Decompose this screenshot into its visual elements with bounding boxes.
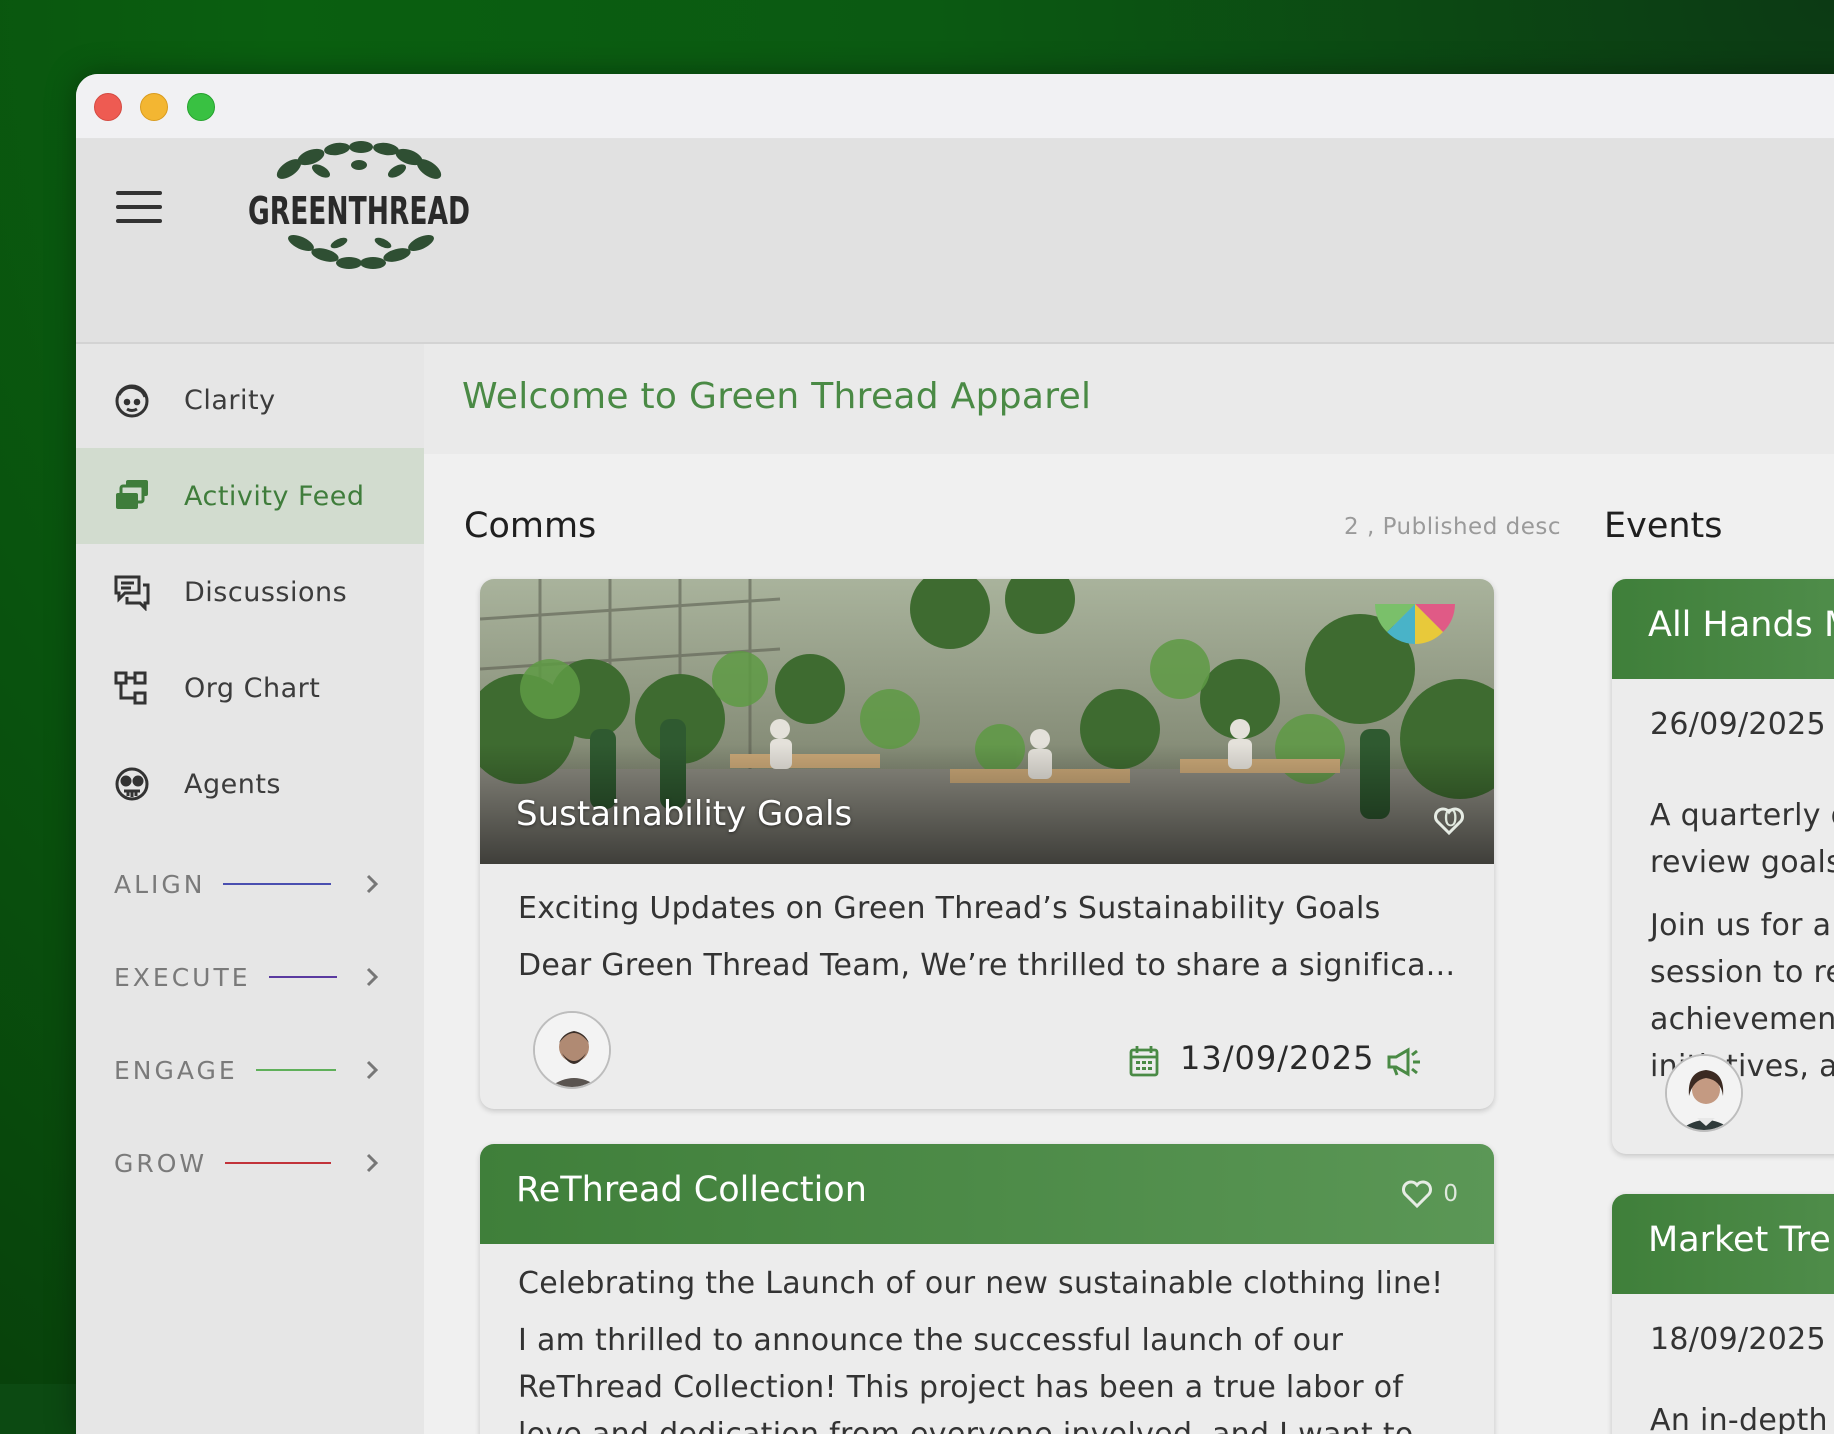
card-header: Market Trends Analysis: [1612, 1194, 1834, 1294]
sidebar-item-label: Activity Feed: [184, 481, 364, 512]
sidebar-item-label: Org Chart: [184, 673, 320, 704]
top-bar: GREENTHREAD: [76, 139, 1834, 344]
section-color-line: [225, 1162, 331, 1164]
card-title: ReThread Collection: [516, 1170, 867, 1210]
brain-face-icon: [112, 380, 152, 420]
sidebar-item-org-chart[interactable]: Org Chart: [76, 640, 424, 736]
event-dates: 26/09/2025 - 26/09/2025: [1650, 701, 1834, 748]
sidebar-item-discussions[interactable]: Discussions: [76, 544, 424, 640]
app-window: GREENTHREAD: [76, 74, 1834, 1434]
comms-title: Comms: [464, 506, 596, 546]
comms-card[interactable]: ReThread Collection 0 Celebrating the La…: [480, 1144, 1494, 1434]
megaphone-icon[interactable]: [1386, 1046, 1422, 1078]
brand-logo: GREENTHREAD: [241, 139, 476, 274]
chevron-right-icon: [358, 1056, 386, 1084]
main-content: Comms 2 , Published desc Events: [424, 454, 1834, 1434]
stacked-cards-icon: [112, 476, 152, 516]
event-body: 18/09/2025 - 18/09/2025 An in-depth look: [1650, 1316, 1834, 1434]
robot-face-icon: [112, 764, 152, 804]
event-summary: An in-depth look: [1650, 1397, 1834, 1434]
section-color-line: [223, 883, 331, 885]
welcome-bar: Welcome to Green Thread Apparel: [424, 344, 1834, 454]
card-header: All Hands Meeting: [1612, 579, 1834, 679]
card-header: ReThread Collection 0: [480, 1144, 1494, 1244]
sidebar-section-execute[interactable]: EXECUTE: [76, 947, 424, 1007]
sidebar-section-align[interactable]: ALIGN: [76, 854, 424, 914]
event-title: Market Trends Analysis: [1648, 1220, 1834, 1260]
chevron-right-icon: [358, 870, 386, 898]
section-label: ENGAGE: [114, 1056, 238, 1085]
sidebar-item-label: Discussions: [184, 577, 347, 608]
event-description: Join us for an essential session to revi…: [1650, 902, 1834, 1090]
card-subtitle: Celebrating the Launch of our new sustai…: [518, 1266, 1456, 1301]
chevron-right-icon: [358, 963, 386, 991]
event-title: All Hands Meeting: [1648, 605, 1834, 645]
section-label: EXECUTE: [114, 963, 251, 992]
heart-icon: [1433, 806, 1465, 836]
card-excerpt: Dear Green Thread Team, We’re thrilled t…: [518, 942, 1456, 989]
menu-icon[interactable]: [116, 191, 162, 227]
section-color-line: [269, 976, 337, 978]
maximize-window-button[interactable]: [187, 93, 215, 121]
close-window-button[interactable]: [94, 93, 122, 121]
avatar[interactable]: [1665, 1054, 1743, 1132]
card-body: Celebrating the Launch of our new sustai…: [518, 1266, 1456, 1434]
sidebar-item-agents[interactable]: Agents: [76, 736, 424, 832]
logo-text: GREENTHREAD: [248, 189, 470, 233]
page-title: Welcome to Green Thread Apparel: [462, 376, 1091, 417]
sidebar-item-label: Agents: [184, 769, 281, 800]
event-body: 26/09/2025 - 26/09/2025 A quarterly gath…: [1650, 701, 1834, 1090]
section-label: GROW: [114, 1149, 207, 1178]
sidebar-item-clarity[interactable]: Clarity: [76, 352, 424, 448]
heart-icon: [1401, 1179, 1433, 1209]
sidebar-item-activity-feed[interactable]: Activity Feed: [76, 448, 424, 544]
card-cover-image: Sustainability Goals 0: [480, 579, 1494, 864]
window-titlebar: [76, 74, 1834, 139]
section-color-line: [256, 1069, 336, 1071]
card-date: 13/09/2025: [1180, 1039, 1374, 1077]
section-label: ALIGN: [114, 870, 205, 899]
card-body: Exciting Updates on Green Thread’s Susta…: [518, 891, 1456, 989]
sidebar-section-grow[interactable]: GROW: [76, 1133, 424, 1193]
sidebar-item-label: Clarity: [184, 385, 276, 416]
event-card[interactable]: Market Trends Analysis 18/09/2025 - 18/0…: [1612, 1194, 1834, 1434]
card-excerpt: I am thrilled to announce the successful…: [518, 1317, 1456, 1434]
org-chart-icon: [112, 668, 152, 708]
comms-sort-info[interactable]: 2 , Published desc: [1344, 514, 1561, 540]
card-subtitle: Exciting Updates on Green Thread’s Susta…: [518, 891, 1456, 926]
avatar[interactable]: [533, 1011, 611, 1089]
sidebar: Clarity Activity Feed Discu: [76, 344, 424, 1434]
like-button[interactable]: 0: [1401, 1179, 1458, 1209]
event-dates: 18/09/2025 - 18/09/2025: [1650, 1316, 1834, 1363]
chevron-right-icon: [358, 1149, 386, 1177]
event-summary: A quarterly gathering to review goals.: [1650, 792, 1834, 886]
comms-card[interactable]: Sustainability Goals 0 Exciting Updates …: [480, 579, 1494, 1109]
event-card[interactable]: All Hands Meeting 26/09/2025 - 26/09/202…: [1612, 579, 1834, 1154]
events-title: Events: [1604, 506, 1723, 546]
like-count: 0: [1443, 1181, 1458, 1207]
minimize-window-button[interactable]: [140, 93, 168, 121]
sidebar-section-engage[interactable]: ENGAGE: [76, 1040, 424, 1100]
like-button[interactable]: 0: [1433, 806, 1458, 832]
calendar-icon: [1128, 1044, 1160, 1078]
card-title: Sustainability Goals: [516, 794, 852, 834]
chat-bubbles-icon: [112, 572, 152, 612]
